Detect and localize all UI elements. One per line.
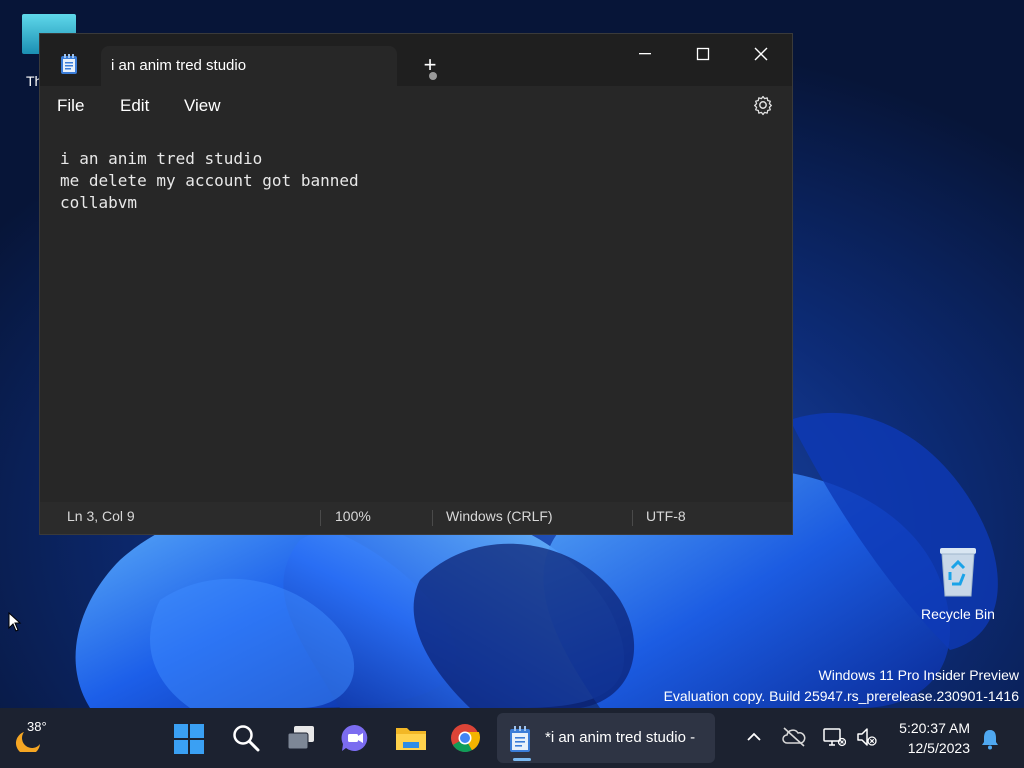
chrome-icon[interactable] [450, 723, 481, 758]
volume-muted-icon[interactable] [855, 726, 879, 753]
onedrive-offline-icon[interactable] [782, 726, 806, 753]
active-app-indicator [513, 758, 531, 761]
network-icon[interactable] [822, 726, 847, 753]
status-bar: Ln 3, Col 9 100% Windows (CRLF) UTF-8 [40, 502, 792, 534]
status-divider [432, 510, 433, 526]
recycle-bin-label: Recycle Bin [921, 606, 995, 622]
notepad-window: i an anim tred studio + File Edit View i… [39, 33, 793, 535]
text-editor[interactable]: i an anim tred studio me delete my accou… [40, 126, 792, 502]
system-clock[interactable]: 5:20:37 AM 12/5/2023 [888, 718, 970, 758]
menu-bar: File Edit View [40, 86, 792, 126]
notification-bell-icon[interactable] [980, 728, 1000, 755]
search-icon[interactable] [232, 724, 260, 757]
clock-date: 12/5/2023 [907, 740, 970, 756]
recycle-bin-icon [936, 544, 980, 598]
settings-gear-icon[interactable] [752, 94, 774, 121]
mouse-cursor-icon [8, 611, 22, 637]
status-zoom[interactable]: 100% [335, 508, 371, 524]
watermark-line1: Windows 11 Pro Insider Preview [818, 667, 1019, 683]
tab-document[interactable]: i an anim tred studio [101, 46, 437, 86]
clock-time: 5:20:37 AM [899, 720, 970, 736]
taskbar: 38° *i an anim tred studio - 5:20:37 AM … [0, 708, 1024, 768]
task-view-icon[interactable] [286, 724, 316, 757]
close-button[interactable] [732, 38, 790, 70]
notepad-icon [509, 725, 531, 758]
teams-chat-icon[interactable] [340, 723, 370, 758]
minimize-button[interactable] [616, 38, 674, 70]
recycle-bin[interactable]: Recycle Bin [912, 544, 1004, 622]
status-cursor-position[interactable]: Ln 3, Col 9 [67, 508, 135, 524]
new-tab-button[interactable]: + [420, 52, 440, 78]
start-icon[interactable] [174, 724, 204, 759]
menu-file[interactable]: File [57, 96, 84, 116]
menu-edit[interactable]: Edit [120, 96, 149, 116]
menu-view[interactable]: View [184, 96, 221, 116]
watermark-line2: Evaluation copy. Build 25947.rs_prerelea… [663, 688, 1019, 704]
taskbar-notepad-active[interactable]: *i an anim tred studio - [497, 713, 715, 763]
maximize-button[interactable] [674, 38, 732, 70]
file-explorer-icon[interactable] [395, 724, 427, 757]
weather-temperature[interactable]: 38° [27, 719, 47, 734]
tab-title: i an anim tred studio [111, 57, 247, 74]
status-divider [632, 510, 633, 526]
notepad-app-icon [60, 53, 78, 80]
editor-content[interactable]: i an anim tred studio me delete my accou… [60, 148, 359, 214]
taskbar-active-label: *i an anim tred studio - [545, 729, 696, 746]
show-hidden-icons-chevron-icon[interactable] [745, 728, 763, 751]
windows-watermark: Windows 11 Pro Insider Preview Evaluatio… [664, 665, 1019, 707]
status-divider [320, 510, 321, 526]
status-line-ending[interactable]: Windows (CRLF) [446, 508, 553, 524]
status-encoding[interactable]: UTF-8 [646, 508, 686, 524]
title-bar[interactable]: i an anim tred studio + [40, 34, 792, 86]
